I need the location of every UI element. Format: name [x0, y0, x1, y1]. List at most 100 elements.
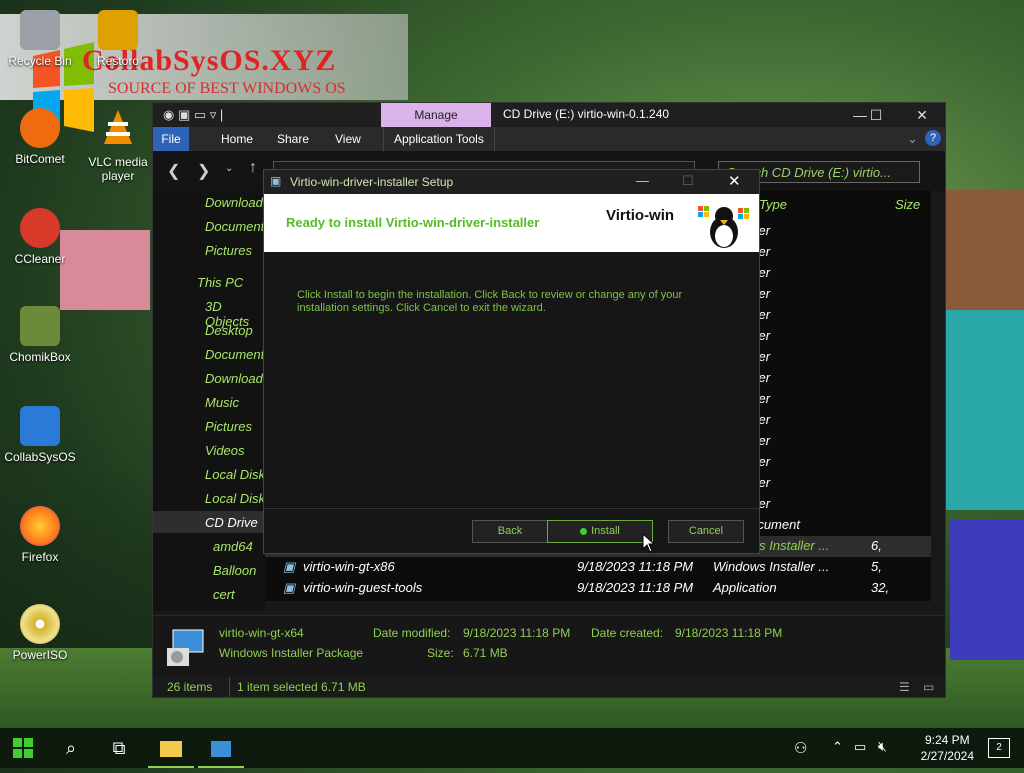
windows-logo-icon — [13, 738, 33, 758]
installer-dialog: ▣ Virtio-win-driver-installer Setup — ☐ … — [263, 169, 760, 554]
dialog-titlebar[interactable]: ▣ Virtio-win-driver-installer Setup — ☐ … — [264, 170, 759, 194]
table-row[interactable]: virtio-win-guest-tools 9/18/2023 11:18 PM… — [265, 578, 931, 599]
file-date-cell: 9/18/2023 11:18 PM — [577, 580, 694, 595]
show-hidden-icons-chevron-up-icon[interactable]: ⌃ — [832, 739, 843, 755]
nav-item-balloon[interactable]: Balloon — [213, 563, 256, 578]
maximize-button[interactable]: ☐ — [861, 105, 891, 125]
large-icons-view-icon[interactable]: ▭ — [923, 680, 934, 694]
up-arrow-icon[interactable]: ↑ — [249, 159, 257, 177]
vlc-cone-icon — [104, 110, 132, 144]
table-row[interactable]: virtio-win-gt-x86 9/18/2023 11:18 PM Windo… — [265, 557, 931, 578]
desktop-icon-recycle-bin[interactable]: Recycle Bin — [0, 10, 80, 68]
file-size-cell: 5, — [871, 559, 882, 574]
tab-application-tools[interactable]: Application Tools — [383, 127, 495, 151]
logo-subtitle: SOURCE OF BEST WINDOWS OS — [108, 80, 346, 97]
ribbon-tabs: File Home Share View Application Tools ⌄… — [153, 127, 945, 151]
nav-item-cd-drive[interactable]: CD Drive — [205, 515, 258, 530]
quick-access-toolbar-icon[interactable]: ◉ ▣ ▭ ▿ | — [163, 107, 223, 123]
back-arrow-icon[interactable]: ❮ — [167, 161, 180, 181]
desktop-icon-label: Recycle Bin — [8, 54, 72, 68]
desktop-icon-poweriso[interactable]: PowerISO — [0, 604, 80, 662]
desktop-icon-vlc[interactable]: VLC media player — [78, 108, 158, 183]
desktop-icon-label: CollabSysOS — [4, 450, 76, 464]
desktop-icon-label: VLC media player — [88, 155, 148, 183]
file-icon: ▣ — [283, 559, 296, 574]
background-character-body — [940, 310, 1024, 510]
tab-share[interactable]: Share — [267, 127, 319, 151]
file-type-cell: Application — [713, 580, 777, 595]
dialog-minimize-button[interactable]: — — [636, 173, 649, 188]
chevron-down-icon[interactable]: ⌄ — [907, 131, 918, 147]
dialog-brand-text: Virtio-win — [606, 207, 675, 224]
nav-item-documents[interactable]: Documents — [205, 347, 271, 362]
notification-center-icon[interactable]: 2 — [988, 738, 1010, 758]
file-size-cell: 32, — [871, 580, 890, 595]
tab-file[interactable]: File — [153, 127, 189, 151]
date-created-value: 9/18/2023 11:18 PM — [675, 626, 783, 640]
desktop-icon-restoro[interactable]: Restoro — [78, 10, 158, 68]
explorer-titlebar[interactable]: ◉ ▣ ▭ ▿ | Manage CD Drive (E:) virtio-wi… — [153, 103, 945, 127]
people-icon[interactable]: ⚇ — [794, 739, 807, 757]
recent-locations-icon[interactable]: ⌄ — [225, 163, 233, 174]
install-button[interactable]: Install — [547, 520, 653, 543]
background-character-head — [940, 190, 1024, 310]
nav-item-amd64[interactable]: amd64 — [213, 539, 253, 554]
selected-file-name: virtio-win-gt-x64 — [219, 626, 304, 640]
help-icon[interactable]: ? — [925, 130, 941, 146]
nav-item-this-pc[interactable]: This PC — [197, 275, 243, 290]
manage-tab[interactable]: Manage — [381, 103, 491, 127]
clock-date: 2/27/2024 — [920, 749, 974, 763]
details-view-icon[interactable]: ☰ — [899, 680, 910, 694]
nav-item-pictures[interactable]: Pictures — [205, 243, 252, 258]
nav-item-documents[interactable]: Documents — [205, 219, 271, 234]
file-date-cell: 9/18/2023 11:18 PM — [577, 559, 694, 574]
volume-muted-icon[interactable]: 🔇︎ — [878, 738, 887, 755]
clock[interactable]: 9:24 PM 2/27/2024 — [921, 732, 974, 764]
nav-item-downloads[interactable]: Downloads — [205, 371, 269, 386]
file-explorer-taskbar-icon[interactable] — [148, 728, 194, 768]
bitcomet-icon — [20, 108, 60, 148]
desktop-icon-label: Restoro — [96, 54, 140, 68]
status-bar: 26 items 1 item selected 6.71 MB ☰ ▭ — [153, 677, 945, 697]
details-pane: virtio-win-gt-x64 Windows Installer Pack… — [153, 615, 945, 678]
tab-home[interactable]: Home — [211, 127, 263, 151]
mouse-cursor-icon — [642, 533, 656, 553]
column-header-type[interactable]: Type — [759, 197, 787, 212]
nav-item-videos[interactable]: Videos — [205, 443, 245, 458]
nav-item-pictures[interactable]: Pictures — [205, 419, 252, 434]
dialog-title: Virtio-win-driver-installer Setup — [290, 175, 454, 189]
background-character-leg — [950, 520, 1024, 660]
search-icon[interactable]: ⌕ — [48, 728, 94, 768]
setup-taskbar-icon[interactable] — [198, 728, 244, 768]
firefox-icon — [20, 506, 60, 546]
back-button[interactable]: Back — [472, 520, 548, 543]
install-button-label: Install — [591, 525, 620, 537]
dialog-close-button[interactable]: ✕ — [728, 172, 741, 190]
cancel-button[interactable]: Cancel — [668, 520, 744, 543]
network-warning-icon[interactable]: ▭ — [854, 739, 866, 755]
start-button[interactable] — [0, 728, 46, 768]
desktop-icon-collabsysos[interactable]: CollabSysOS — [0, 406, 80, 464]
nav-item-local-disk[interactable]: Local Disk — [205, 467, 265, 482]
file-name-cell: virtio-win-guest-tools — [303, 580, 423, 595]
setup-app-icon: ▣ — [270, 174, 282, 188]
column-header-size[interactable]: Size — [895, 197, 920, 212]
file-icon: ▣ — [283, 580, 296, 595]
install-status-dot-icon — [580, 527, 588, 535]
forward-arrow-icon[interactable]: ❯ — [197, 161, 210, 181]
nav-item-desktop[interactable]: Desktop — [205, 323, 253, 338]
desktop-icon-bitcomet[interactable]: BitComet — [0, 108, 80, 166]
close-button[interactable]: ✕ — [907, 105, 937, 125]
tab-view[interactable]: View — [325, 127, 371, 151]
nav-item-downloads[interactable]: Downloads — [205, 195, 269, 210]
desktop-icon-firefox[interactable]: Firefox — [0, 506, 80, 564]
nav-item-music[interactable]: Music — [205, 395, 239, 410]
nav-item-local-disk[interactable]: Local Disk — [205, 491, 265, 506]
nav-item-cert[interactable]: cert — [213, 587, 235, 602]
dialog-footer-divider — [264, 508, 759, 509]
desktop-icon-ccleaner[interactable]: CCleaner — [0, 208, 80, 266]
recycle-bin-icon — [20, 10, 60, 50]
desktop-icon-chomikbox[interactable]: ChomikBox — [0, 306, 80, 364]
size-label: Size: — [427, 646, 454, 660]
task-view-icon[interactable]: ⧉ — [96, 728, 142, 768]
